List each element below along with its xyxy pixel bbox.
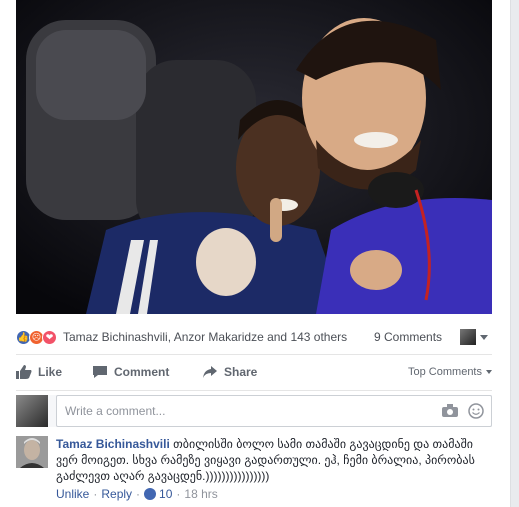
comment-input[interactable]: Write a comment... bbox=[56, 395, 492, 427]
thumbs-up-icon bbox=[16, 365, 32, 379]
selfie-image bbox=[16, 0, 492, 314]
comment-composer: Write a comment... bbox=[16, 395, 492, 427]
commenter-photo bbox=[16, 436, 48, 468]
avatar bbox=[16, 395, 48, 427]
sort-label: Top Comments bbox=[408, 366, 482, 378]
comment-actions: Unlike · Reply · 10 · 18 hrs bbox=[56, 486, 218, 502]
chevron-down-icon bbox=[486, 370, 492, 374]
comment-button[interactable]: Comment bbox=[92, 365, 169, 379]
emoji-icon[interactable] bbox=[468, 403, 484, 419]
comment-like-count[interactable]: 10 bbox=[159, 486, 172, 502]
reactions-row: 👍 ☹ ❤ Tamaz Bichinashvili, Anzor Makarid… bbox=[16, 323, 492, 351]
like-label: Like bbox=[38, 365, 63, 379]
share-label: Share bbox=[224, 365, 258, 379]
comment-icon bbox=[93, 366, 107, 378]
share-button[interactable]: Share bbox=[202, 365, 257, 379]
post-actions: Like Comment Share Top Comments bbox=[16, 358, 492, 386]
comment-author[interactable]: Tamaz Bichinashvili bbox=[56, 437, 170, 451]
reactors-summary[interactable]: Tamaz Bichinashvili, Anzor Makaridze and… bbox=[63, 330, 347, 344]
chevron-down-icon bbox=[480, 334, 488, 340]
love-reaction-icon[interactable]: ❤ bbox=[42, 329, 57, 345]
comment-body: Tamaz Bichinashvili თბილისში ბოლო სამი თ… bbox=[56, 436, 492, 502]
like-count-icon bbox=[144, 488, 157, 500]
comment-label: Comment bbox=[114, 365, 170, 379]
reply-link[interactable]: Reply bbox=[101, 486, 132, 502]
viewer-avatar bbox=[460, 329, 476, 345]
comment-timestamp[interactable]: 18 hrs bbox=[184, 486, 217, 502]
post-photo[interactable] bbox=[16, 0, 492, 314]
unlike-link[interactable]: Unlike bbox=[56, 486, 89, 502]
divider bbox=[16, 354, 492, 355]
viewer-selector[interactable] bbox=[460, 329, 488, 345]
avatar[interactable] bbox=[16, 436, 48, 468]
share-arrow-icon bbox=[203, 366, 217, 378]
post-card: 👍 ☹ ❤ Tamaz Bichinashvili, Anzor Makarid… bbox=[0, 0, 511, 507]
comments-count[interactable]: 9 Comments bbox=[374, 330, 442, 344]
divider bbox=[16, 390, 492, 391]
camera-icon[interactable] bbox=[442, 404, 458, 417]
like-button[interactable]: Like bbox=[16, 365, 62, 379]
top-comments-dropdown[interactable]: Top Comments bbox=[408, 366, 492, 378]
